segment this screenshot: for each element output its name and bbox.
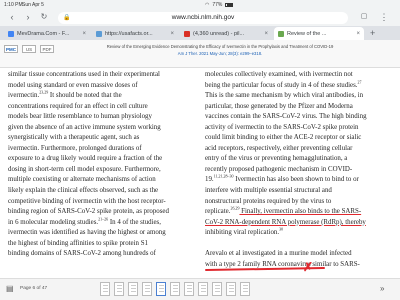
text-line bbox=[205, 239, 387, 250]
text-line: 19.11,21,28–30 Ivermectin has also been … bbox=[205, 174, 359, 184]
more-pages-icon[interactable]: » bbox=[380, 284, 384, 293]
pdf-button[interactable]: PDF bbox=[40, 45, 54, 53]
back-icon[interactable]: ‹ bbox=[6, 11, 18, 23]
close-icon[interactable]: × bbox=[82, 31, 86, 37]
status-date: Sun Apr 5 bbox=[22, 1, 44, 8]
page-thumbnail[interactable] bbox=[142, 282, 152, 296]
red-x-annotation: ✗ bbox=[303, 260, 314, 274]
text-line: binding domains of SARS-CoV-2 among hund… bbox=[8, 250, 156, 258]
page-thumbnail-current[interactable] bbox=[156, 282, 166, 296]
close-icon[interactable]: × bbox=[264, 31, 268, 37]
thumbnails-icon[interactable]: ▤ bbox=[6, 284, 14, 293]
text-line: interfere with multiple essential struct… bbox=[205, 187, 332, 195]
text-line: Arevalo et al investigated in a murine m… bbox=[205, 250, 352, 258]
text-line: in 6 molecular modeling studies.21–26 In… bbox=[8, 216, 161, 226]
citation-sup[interactable]: 21–26 bbox=[98, 216, 108, 221]
text-line: ivermectin.23,29 It should be noted that… bbox=[8, 89, 122, 100]
tab-2[interactable]: https://usafacts.or... × bbox=[92, 27, 178, 40]
url-text[interactable]: www.ncbi.nlm.nih.gov bbox=[58, 14, 348, 21]
tab-favicon-icon bbox=[96, 30, 102, 37]
text-line: inhibiting viral replication.30 bbox=[205, 227, 387, 239]
citation-sup[interactable]: 23,29 bbox=[39, 90, 48, 95]
tab-label: MevDrama.Com - F... bbox=[17, 30, 70, 37]
text-line: the highest of binding affinities to spi… bbox=[8, 239, 148, 247]
battery-icon bbox=[225, 2, 234, 7]
tab-label: (4,360 unread) - pil... bbox=[193, 30, 245, 37]
text-line: dosing in short-term cell model exposure… bbox=[8, 165, 161, 173]
text-line: models bear little resemblance to human … bbox=[8, 113, 152, 121]
text-line: replicate.26,29 Finally, ivermectin also… bbox=[205, 205, 362, 216]
text-line: multiple coexisting or alternate mechani… bbox=[8, 176, 156, 184]
new-tab-button[interactable]: + bbox=[370, 28, 375, 38]
page-thumbnail[interactable] bbox=[100, 282, 110, 296]
article-header-title: Review of the Emerging Evidence Demonstr… bbox=[106, 44, 334, 49]
text-line: similar tissue concentrations used in th… bbox=[8, 71, 160, 78]
tab-favicon-icon bbox=[184, 30, 190, 37]
left-text-column: similar tissue concentrations used in th… bbox=[8, 70, 190, 260]
pmc-logo[interactable]: PMC bbox=[4, 45, 18, 53]
text-line: ivermectin. Furthermore, prolonged durat… bbox=[8, 144, 142, 152]
text-line: acid receptors, respectively, either pre… bbox=[205, 144, 353, 152]
text-line: model using standard or even massive dos… bbox=[8, 81, 138, 89]
status-right: ◠ 77% bbox=[205, 2, 396, 8]
text-line: This is the same mechanism by which vira… bbox=[205, 92, 364, 100]
text-line: given the absence of an active immune sy… bbox=[8, 123, 161, 131]
text-line: particular, those generated by the Pfize… bbox=[205, 102, 353, 110]
text-line: activity of ivermectin to the SARS-CoV-2… bbox=[205, 123, 359, 131]
page-thumbnail[interactable] bbox=[212, 282, 222, 296]
close-icon[interactable]: × bbox=[356, 31, 360, 37]
page-thumbnail[interactable] bbox=[114, 282, 124, 296]
menu-icon[interactable]: ⋮ bbox=[378, 11, 390, 23]
citation-sup[interactable]: 11,21,28–30 bbox=[214, 174, 234, 179]
text-line: being the particular focus of study in 4… bbox=[205, 79, 362, 89]
page-thumbnail[interactable] bbox=[184, 282, 194, 296]
status-bar: 1:10 PM Sun Apr 5 ◠ 77% bbox=[0, 0, 400, 9]
highlighted-text: CoV-2 RNA-dependent RNA polymerase (RdRp… bbox=[205, 218, 366, 226]
tab-1[interactable]: MevDrama.Com - F... × bbox=[4, 27, 90, 40]
citation-sup[interactable]: 27 bbox=[358, 79, 362, 84]
tab-4-active[interactable]: Review of the ... × bbox=[274, 27, 364, 40]
tab-label: Review of the ... bbox=[287, 30, 327, 37]
close-icon[interactable]: × bbox=[170, 31, 174, 37]
article-citation-link[interactable]: Am J Ther. 2021 May-Jun; 28(3): e299–e31… bbox=[60, 51, 380, 56]
wifi-icon: ◠ bbox=[205, 1, 210, 8]
page-indicator: Page 6 of 47 bbox=[20, 286, 48, 291]
page-thumbnails bbox=[100, 282, 250, 296]
text-line: vaccines contain the SARS-CoV-2 virus. T… bbox=[205, 113, 367, 121]
tab-3[interactable]: (4,360 unread) - pil... × bbox=[180, 27, 272, 40]
text-line: synergistically with a therapeutic agent… bbox=[8, 134, 140, 142]
highlighted-text: inhibiting viral replication. bbox=[205, 229, 280, 237]
tab-label: https://usafacts.or... bbox=[105, 30, 153, 37]
status-time: 1:10 PM bbox=[4, 1, 23, 8]
page-thumbnail[interactable] bbox=[240, 282, 250, 296]
reload-icon[interactable]: ↻ bbox=[38, 11, 50, 23]
tab-strip: MevDrama.Com - F... × https://usafacts.o… bbox=[0, 26, 400, 40]
page-thumbnail[interactable] bbox=[198, 282, 208, 296]
pdf-bottom-toolbar: ▤ Page 6 of 47 » bbox=[0, 278, 400, 300]
right-text-column: molecules collectively examined, with iv… bbox=[205, 70, 387, 270]
forward-icon[interactable]: › bbox=[22, 11, 34, 23]
tab-favicon-icon bbox=[8, 30, 14, 37]
text-line: exposure to a drug likely would require … bbox=[8, 155, 163, 163]
citation-sup[interactable]: 30 bbox=[279, 227, 283, 232]
pdf-header: PMC US PDF Review of the Emerging Eviden… bbox=[0, 40, 400, 68]
browser-toolbar: ‹ › ↻ 🔒 www.ncbi.nlm.nih.gov ▢ ⋮ bbox=[0, 9, 400, 26]
tab-favicon-icon bbox=[278, 30, 284, 37]
text-line: could limit binding to either the ACE-2 … bbox=[205, 134, 362, 142]
text-line: CoV-2 RNA-dependent RNA polymerase (RdRp… bbox=[205, 218, 387, 229]
us-button[interactable]: US bbox=[22, 45, 36, 53]
page-thumbnail[interactable] bbox=[170, 282, 180, 296]
text-line: likely explain the clinical effects obse… bbox=[8, 187, 159, 195]
tab-count-icon[interactable]: ▢ bbox=[358, 11, 370, 23]
text-line: ivermectin was identified as having the … bbox=[8, 229, 166, 237]
text-line: concentrations required for an effect in… bbox=[8, 102, 148, 110]
page-thumbnail[interactable] bbox=[226, 282, 236, 296]
address-bar[interactable]: 🔒 www.ncbi.nlm.nih.gov bbox=[58, 11, 348, 24]
battery-percent: 77% bbox=[212, 1, 223, 8]
highlighted-text: Finally, ivermectin also binds to the SA… bbox=[239, 208, 362, 216]
page-thumbnail[interactable] bbox=[128, 282, 138, 296]
text-line: entry of the virus or preventing hemaggl… bbox=[205, 155, 348, 163]
text-line: competitive binding of ivermectin with t… bbox=[8, 197, 166, 205]
